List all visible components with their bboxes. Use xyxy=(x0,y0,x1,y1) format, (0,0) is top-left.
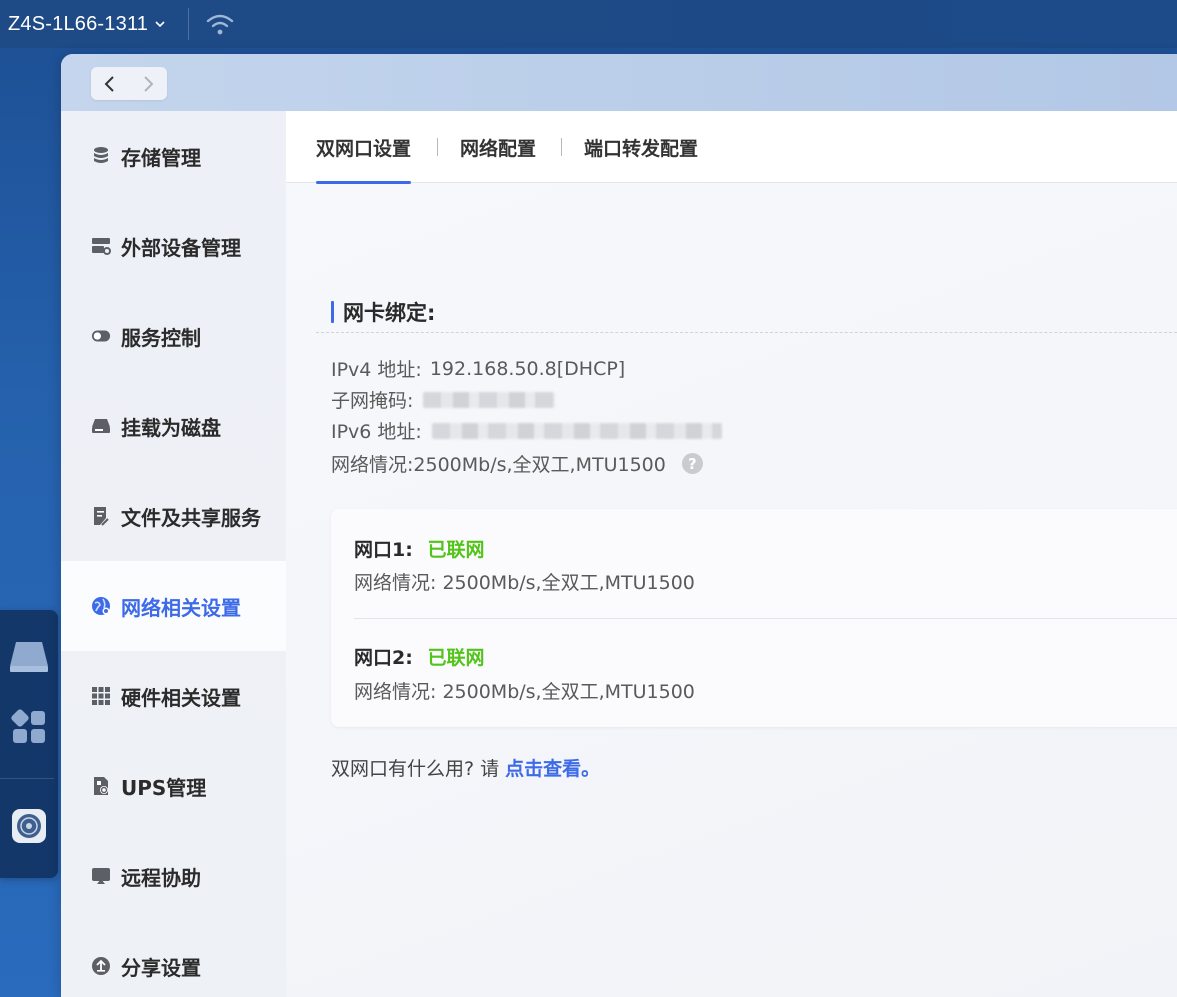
sidebar-item-label: 网络相关设置 xyxy=(121,595,241,620)
sidebar-item-label: 硬件相关设置 xyxy=(121,685,241,710)
port-1-info: 网络情况: 2500Mb/s,全双工,MTU1500 xyxy=(354,572,695,594)
sidebar-item-label: 服务控制 xyxy=(121,325,201,350)
chevron-down-icon xyxy=(154,18,166,30)
wifi-icon[interactable] xyxy=(205,10,235,38)
port-card: 网口1: 已联网 网络情况: 2500Mb/s,全双工,MTU1500 网口2:… xyxy=(331,509,1177,727)
subnet-label: 子网掩码: xyxy=(331,390,414,412)
sidebar-item-hardware[interactable]: 硬件相关设置 xyxy=(61,651,286,741)
dock-storage-icon[interactable] xyxy=(0,638,58,674)
dock xyxy=(0,610,58,878)
sidebar-item-share-settings[interactable]: 分享设置 xyxy=(61,921,286,997)
sidebar-item-label: 存储管理 xyxy=(121,145,201,170)
sidebar-item-label: UPS管理 xyxy=(121,775,207,800)
sidebar-item-label: 远程协助 xyxy=(121,865,201,890)
remote-icon xyxy=(91,866,111,886)
sidebar-item-mount-disk[interactable]: 挂载为磁盘 xyxy=(61,381,286,471)
sidebar-item-service-control[interactable]: 服务控制 xyxy=(61,291,286,381)
tab-port-forwarding[interactable]: 端口转发配置 xyxy=(584,111,698,183)
topbar-divider xyxy=(188,8,190,40)
device-selector[interactable]: Z4S-1L66-1311 xyxy=(0,0,176,48)
section-divider xyxy=(316,332,1177,333)
view-details-link[interactable]: 点击查看。 xyxy=(505,758,600,780)
port-2-status: 已联网 xyxy=(427,647,485,669)
ipv6-label: IPv6 地址: xyxy=(331,421,422,443)
sidebar-item-label: 文件及共享服务 xyxy=(121,505,261,530)
nav-buttons xyxy=(91,67,167,100)
file-share-icon xyxy=(91,506,111,526)
sidebar: 存储管理 外部设备管理 服务控制 挂载为磁盘 文件及共享服务 网络相关设置 硬件… xyxy=(61,111,286,997)
port-2-info: 网络情况: 2500Mb/s,全双工,MTU1500 xyxy=(354,681,695,703)
dock-divider xyxy=(0,778,54,779)
network-status-row: 网络情况:2500Mb/s,全双工,MTU1500 ? xyxy=(331,450,703,477)
back-button[interactable] xyxy=(91,67,129,100)
help-footer: 双网口有什么用? 请 点击查看。 xyxy=(331,754,600,781)
sidebar-item-external-devices[interactable]: 外部设备管理 xyxy=(61,201,286,291)
network-status-text: 网络情况:2500Mb/s,全双工,MTU1500 xyxy=(331,454,666,476)
dock-apps-icon[interactable] xyxy=(0,708,58,746)
tab-label: 双网口设置 xyxy=(316,137,412,160)
ups-icon xyxy=(91,776,111,796)
tab-bar: 双网口设置 网络配置 端口转发配置 xyxy=(286,111,1177,184)
grid-icon xyxy=(91,686,111,706)
port-divider xyxy=(354,618,1177,619)
tab-divider xyxy=(561,138,562,156)
ipv6-row: IPv6 地址: xyxy=(331,417,722,444)
settings-window: 存储管理 外部设备管理 服务控制 挂载为磁盘 文件及共享服务 网络相关设置 硬件… xyxy=(61,54,1177,997)
sidebar-item-network[interactable]: 网络相关设置 xyxy=(61,561,286,651)
forward-button[interactable] xyxy=(129,67,167,100)
port-2-label: 网口2: xyxy=(354,647,413,669)
help-footer-text: 双网口有什么用? 请 xyxy=(331,758,506,780)
sidebar-item-file-share[interactable]: 文件及共享服务 xyxy=(61,471,286,561)
ipv4-row: IPv4 地址: 192.168.50.8[DHCP] xyxy=(331,355,625,382)
ipv4-label: IPv4 地址: xyxy=(331,359,422,381)
port-1-title: 网口1: 已联网 xyxy=(354,535,484,562)
sidebar-item-label: 挂载为磁盘 xyxy=(121,415,221,440)
subnet-row: 子网掩码: xyxy=(331,386,556,413)
tab-divider xyxy=(437,138,438,156)
section-title-text: 网卡绑定: xyxy=(343,301,436,325)
tab-dual-port[interactable]: 双网口设置 xyxy=(316,111,412,184)
tab-network-config[interactable]: 网络配置 xyxy=(460,111,536,183)
sidebar-item-label: 外部设备管理 xyxy=(121,235,241,260)
help-icon[interactable]: ? xyxy=(681,453,703,474)
upload-icon xyxy=(91,956,111,976)
device-name-label: Z4S-1L66-1311 xyxy=(8,12,149,35)
window-header xyxy=(61,54,1177,111)
database-icon xyxy=(91,146,111,166)
port-2-title: 网口2: 已联网 xyxy=(354,643,484,670)
external-device-icon xyxy=(91,236,111,256)
port-1-status: 已联网 xyxy=(427,539,485,561)
top-bar: Z4S-1L66-1311 xyxy=(0,0,1177,48)
subnet-value-redacted xyxy=(423,391,556,408)
section-title: 网卡绑定: xyxy=(331,297,435,327)
dock-app-logo-icon[interactable] xyxy=(0,808,58,844)
ipv4-value: 192.168.50.8[DHCP] xyxy=(429,357,626,380)
section-title-bar xyxy=(331,301,334,323)
sidebar-item-label: 分享设置 xyxy=(121,955,201,980)
tab-label: 网络配置 xyxy=(460,137,537,160)
toggle-icon xyxy=(91,326,111,346)
disk-icon xyxy=(91,416,111,436)
sidebar-item-ups[interactable]: UPS管理 xyxy=(61,741,286,831)
globe-icon xyxy=(91,596,111,616)
sidebar-item-remote-assist[interactable]: 远程协助 xyxy=(61,831,286,921)
ipv6-value-redacted xyxy=(431,422,722,439)
main-content: 双网口设置 网络配置 端口转发配置 网卡绑定: IPv4 地址: 192.168… xyxy=(286,111,1177,997)
port-1-label: 网口1: xyxy=(354,539,413,561)
sidebar-item-storage[interactable]: 存储管理 xyxy=(61,111,286,201)
tab-label: 端口转发配置 xyxy=(584,137,699,160)
